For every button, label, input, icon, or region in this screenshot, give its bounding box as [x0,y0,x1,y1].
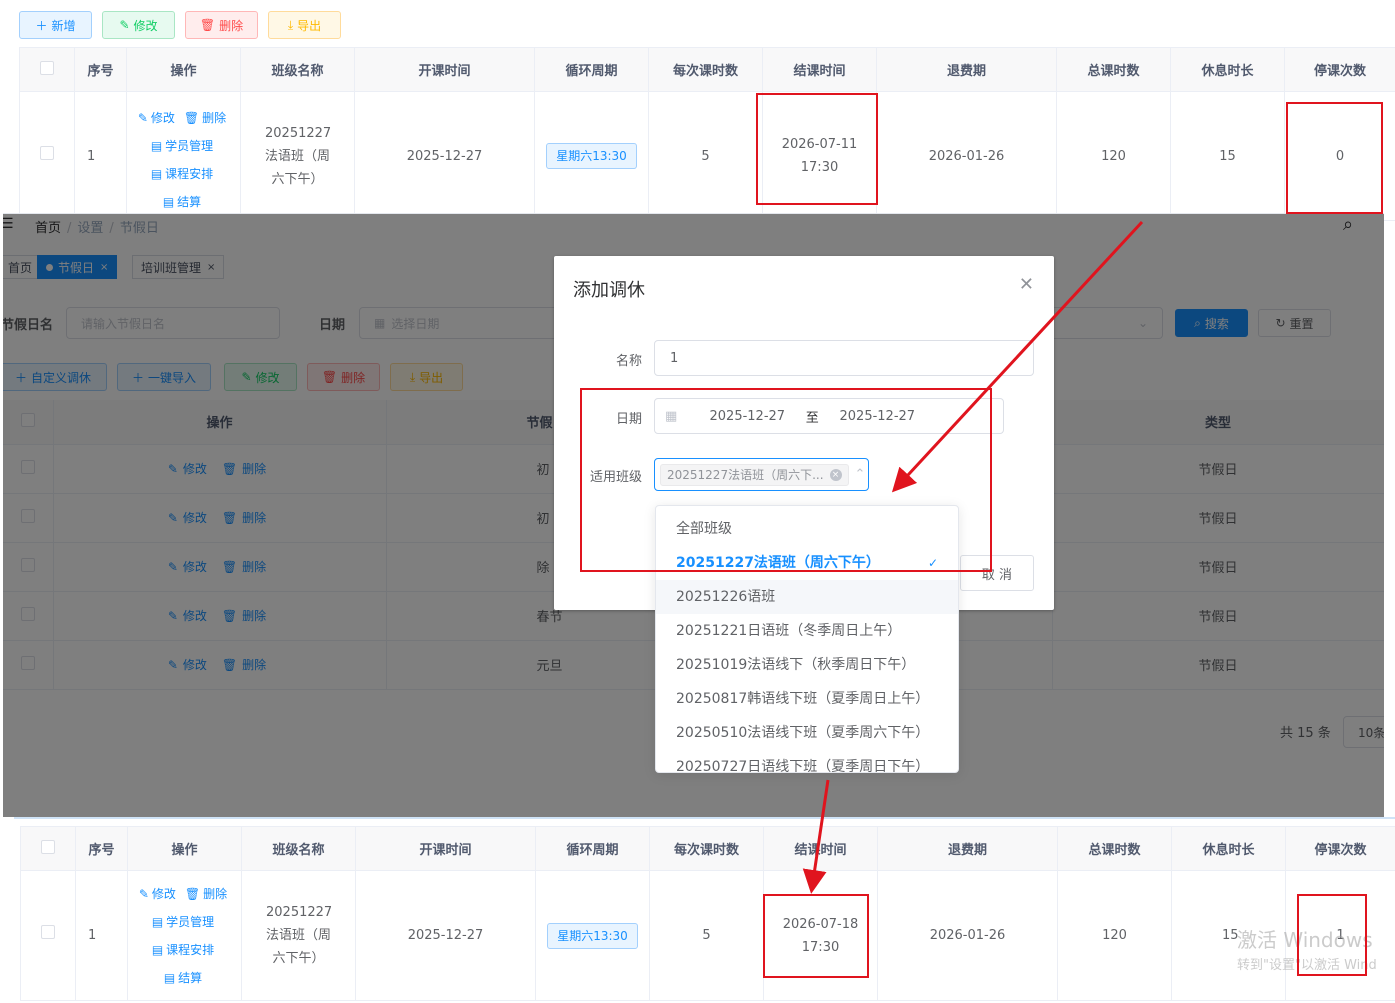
highlight-box-suspend-top [1286,102,1383,214]
col-ops: 操作 [127,826,242,871]
name-label: 名称 [615,354,642,369]
schedule-link[interactable]: ▤ 课程安排 [152,943,217,957]
row-total-hours: 120 [1057,870,1172,1001]
table-header-row: 序号 操作 班级名称 开课时间 循环周期 每次课时数 结课时间 退费期 总课时数… [19,47,1395,92]
row-start: 2025-12-27 [354,91,535,221]
schedule-link[interactable]: ▤ 课程安排 [151,167,216,181]
edit-button[interactable]: ✎ 修改 [102,11,175,39]
class-table-top: 序号 操作 班级名称 开课时间 循环周期 每次课时数 结课时间 退费期 总课时数… [19,47,1395,221]
select-all-checkbox[interactable] [20,826,76,871]
row-refund: 2026-01-26 [877,870,1058,1001]
edit-icon: ✎ [119,18,130,32]
row-cycle: 星期六13:30 [534,91,649,221]
col-start: 开课时间 [355,826,536,871]
dropdown-option[interactable]: 20251019法语线下（秋季周日下午） [656,648,958,682]
col-refund: 退费期 [876,47,1057,92]
highlight-box-suspend-bottom [1297,894,1367,976]
col-refund: 退费期 [877,826,1058,871]
delete-button[interactable]: 🗑 删除 [185,11,258,39]
dropdown-option[interactable]: 20250727日语线下班（夏季周日下午） [656,750,958,772]
students-link[interactable]: ▤ 学员管理 [152,915,217,929]
col-class-name: 班级名称 [241,826,356,871]
row-delete-link[interactable]: 🗑删除 [185,887,230,901]
dropdown-option[interactable]: 20250510法语线下班（夏季周六下午） [656,716,958,750]
dropdown-option[interactable]: 20251221日语班（冬季周日上午） [656,614,958,648]
row-ops: ✎ 修改 🗑 删除 ▤ 学员管理 ▤ 课程安排 ▤ 结算 [126,91,241,221]
col-cycle: 循环周期 [534,47,649,92]
row-index: 1 [74,91,127,221]
row-checkbox[interactable] [20,870,76,1001]
row-class-name: 20251227法语班（周六下午） [240,91,355,221]
close-icon[interactable]: ✕ [1019,274,1034,295]
col-rest: 休息时长 [1171,826,1286,871]
col-index: 序号 [74,47,127,92]
export-button[interactable]: ⤓ 导出 [268,11,341,39]
col-class-name: 班级名称 [240,47,355,92]
table-row: 1 ✎ 修改 🗑 删除 ▤ 学员管理 ▤ 课程安排 ▤ 结算 20251227法语班（周六下… [20,870,1395,1001]
select-all-checkbox[interactable] [19,47,75,92]
class-table-bottom: 序号 操作 班级名称 开课时间 循环周期 每次课时数 结课时间 退费期 总课时数… [20,826,1395,1001]
row-cycle: 星期六13:30 [535,870,650,1001]
col-end: 结课时间 [762,47,877,92]
row-total-hours: 120 [1056,91,1171,221]
row-start: 2025-12-27 [355,870,536,1001]
row-refund: 2026-01-26 [876,91,1057,221]
dropdown-option[interactable]: 20250817韩语线下班（夏季周日上午） [656,682,958,716]
row-checkbox[interactable] [19,91,75,221]
col-total-hours: 总课时数 [1057,826,1172,871]
highlight-box-end-top [756,93,878,205]
col-cycle: 循环周期 [535,826,650,871]
row-hours-each: 5 [648,91,763,221]
col-end: 结课时间 [763,826,878,871]
dropdown-option[interactable]: 20251226语班 [656,580,958,614]
cycle-tag: 星期六13:30 [547,922,638,949]
table-row: 1 ✎ 修改 🗑 删除 ▤ 学员管理 ▤ 课程安排 ▤ 结算 20251227法语班（周六下… [19,91,1395,221]
col-ops: 操作 [126,47,241,92]
cycle-tag: 星期六13:30 [546,143,637,169]
settle-link[interactable]: ▤ 结算 [164,971,205,985]
table-header-row: 序号 操作 班级名称 开课时间 循环周期 每次课时数 结课时间 退费期 总课时数… [20,826,1395,871]
students-link[interactable]: ▤ 学员管理 [151,139,216,153]
col-suspend: 停课次数 [1284,47,1395,92]
col-rest: 休息时长 [1170,47,1285,92]
highlight-box-form [580,388,992,572]
add-button[interactable]: ＋新增 [19,11,92,39]
row-rest: 15 [1170,91,1285,221]
col-suspend: 停课次数 [1285,826,1395,871]
name-input[interactable]: 1 [654,340,1034,376]
col-start: 开课时间 [354,47,535,92]
settle-link[interactable]: ▤ 结算 [163,195,204,209]
row-ops: ✎ 修改 🗑 删除 ▤ 学员管理 ▤ 课程安排 ▤ 结算 [127,870,242,1001]
download-icon: ⤓ [287,17,294,32]
col-hours-each: 每次课时数 [649,826,764,871]
dialog-title: 添加调休 [573,280,645,301]
row-edit-link[interactable]: ✎修改 [139,887,179,901]
col-index: 序号 [75,826,128,871]
row-hours-each: 5 [649,870,764,1001]
row-delete-link[interactable]: 🗑删除 [184,111,229,125]
trash-icon: 🗑 [199,18,216,32]
col-hours-each: 每次课时数 [648,47,763,92]
highlight-box-end-bottom [763,894,869,978]
row-edit-link[interactable]: ✎修改 [138,111,178,125]
row-class-name: 20251227法语班（周六下午） [241,870,356,1001]
plus-icon: ＋ [35,18,48,33]
row-index: 1 [75,870,128,1001]
col-total-hours: 总课时数 [1056,47,1171,92]
